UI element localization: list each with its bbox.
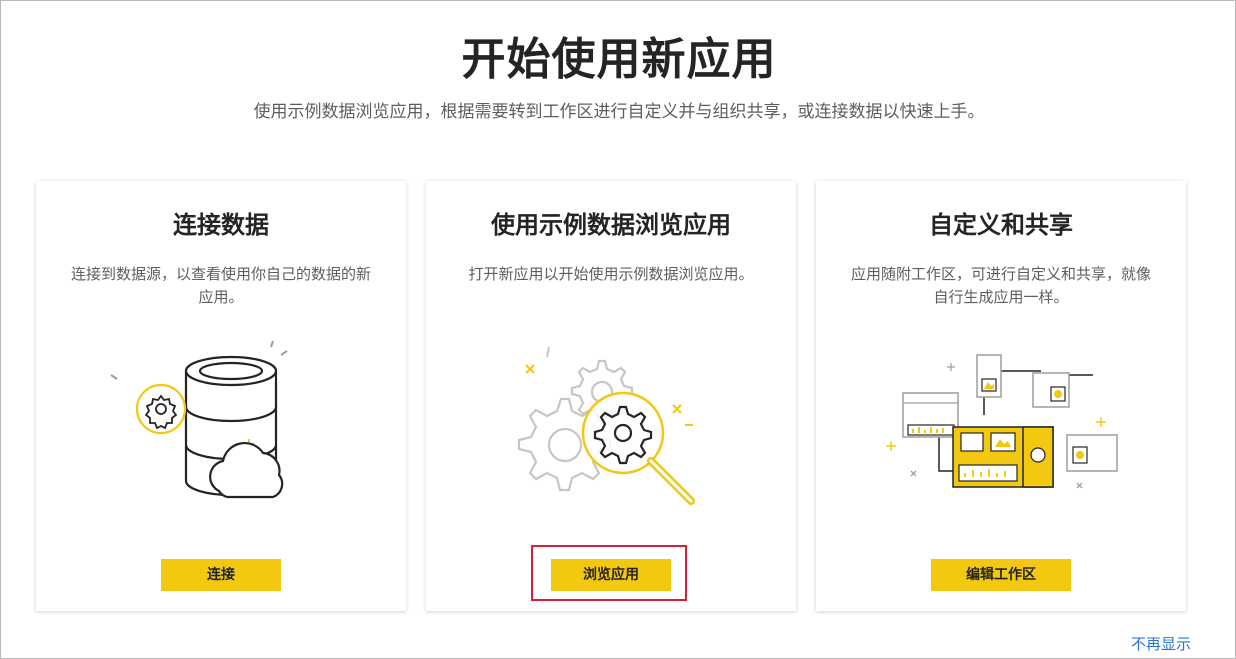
card-description: 应用随附工作区，可进行自定义和共享，就像自行生成应用一样。 — [850, 265, 1151, 306]
gear-magnifier-icon — [517, 346, 695, 505]
page-subtitle: 使用示例数据浏览应用，根据需要转到工作区进行自定义并与组织共享，或连接数据以快速… — [253, 102, 985, 122]
explore-button-highlight — [531, 545, 687, 601]
card-title: 使用示例数据浏览应用 — [491, 211, 731, 239]
customize-share-card: 自定义和共享 应用随附工作区，可进行自定义和共享，就像自行生成应用一样。 编辑工… — [816, 181, 1186, 611]
card-title: 连接数据 — [173, 211, 269, 239]
connect-data-card: 连接数据 连接到数据源，以查看使用你自己的数据的新应用。 连接 — [36, 181, 406, 611]
card-description: 打开新应用以开始使用示例数据浏览应用。 — [468, 265, 754, 283]
database-cloud-icon — [110, 341, 288, 499]
connect-button[interactable]: 连接 — [161, 559, 281, 591]
edit-workspace-button[interactable]: 编辑工作区 — [931, 559, 1071, 591]
card-title: 自定义和共享 — [929, 211, 1073, 239]
dont-show-again-link[interactable]: 不再显示 — [1131, 633, 1191, 654]
dashboard-workspace-icon — [886, 354, 1118, 489]
page-title: 开始使用新应用 — [461, 34, 777, 85]
dialog-frame: 开始使用新应用 使用示例数据浏览应用，根据需要转到工作区进行自定义并与组织共享，… — [0, 0, 1236, 659]
card-description: 连接到数据源，以查看使用你自己的数据的新应用。 — [70, 265, 371, 306]
